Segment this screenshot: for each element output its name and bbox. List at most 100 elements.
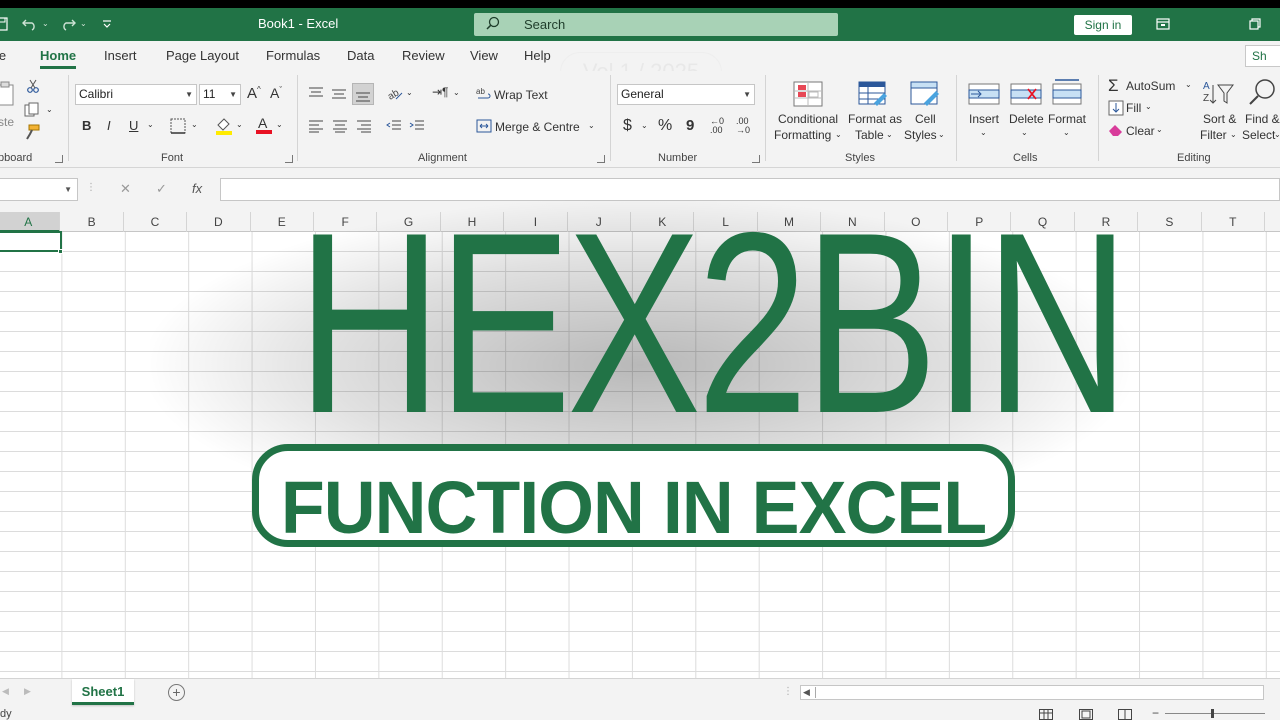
autosum-icon[interactable]: Σ <box>1108 76 1119 96</box>
format-as-table-label-1[interactable]: Format as <box>848 112 902 126</box>
bold-button[interactable]: B <box>82 118 91 133</box>
prev-sheet-icon[interactable]: ◀ <box>2 686 9 697</box>
column-header-s[interactable]: S <box>1138 212 1202 232</box>
fill-color-dropdown-icon[interactable]: ⌄ <box>236 120 243 129</box>
increase-font-size-icon[interactable]: A^ <box>247 85 261 102</box>
delete-cells-button[interactable]: Delete <box>1009 112 1044 126</box>
format-as-table-label-2[interactable]: Table <box>855 128 884 142</box>
cell-styles-label-1[interactable]: Cell <box>915 112 936 126</box>
sort-filter-label-1[interactable]: Sort & <box>1203 112 1236 126</box>
find-select-label-1[interactable]: Find & <box>1245 112 1280 126</box>
underline-button[interactable]: U <box>129 118 138 133</box>
page-layout-view-icon[interactable] <box>1079 709 1093 720</box>
tab-insert[interactable]: Insert <box>104 48 137 63</box>
comma-style-button[interactable]: 9 <box>686 117 694 134</box>
align-left-icon[interactable] <box>308 119 324 133</box>
clear-dropdown-icon[interactable]: ⌄ <box>1156 125 1163 134</box>
find-select-dropdown-icon[interactable]: ⌄ <box>1274 130 1280 139</box>
restore-window-icon[interactable] <box>1248 17 1262 31</box>
borders-dropdown-icon[interactable]: ⌄ <box>191 120 198 129</box>
redo-dropdown-icon[interactable]: ⌄ <box>80 19 87 28</box>
fill-color-icon[interactable] <box>215 116 233 136</box>
tab-page-layout[interactable]: Page Layout <box>166 48 239 63</box>
find-select-label-2[interactable]: Select <box>1242 128 1275 142</box>
column-header-t[interactable]: T <box>1202 212 1265 232</box>
borders-icon[interactable] <box>170 118 186 134</box>
increase-indent-icon[interactable] <box>409 119 425 133</box>
align-right-icon[interactable] <box>356 119 372 133</box>
page-break-view-icon[interactable] <box>1118 709 1132 720</box>
add-sheet-button[interactable]: + <box>168 684 185 701</box>
insert-dropdown-icon[interactable]: ⌄ <box>980 128 987 137</box>
next-sheet-icon[interactable]: ▶ <box>24 686 31 697</box>
cut-icon[interactable] <box>26 79 40 93</box>
save-icon[interactable] <box>0 17 8 31</box>
autosum-dropdown-icon[interactable]: ⌄ <box>1185 80 1192 89</box>
cell-styles-icon[interactable] <box>910 81 940 107</box>
italic-button[interactable]: I <box>107 118 111 133</box>
paste-label[interactable]: ste <box>0 115 14 129</box>
align-bottom-button[interactable] <box>352 83 374 105</box>
sort-filter-label-2[interactable]: Filter <box>1200 128 1227 142</box>
copy-dropdown-icon[interactable]: ⌄ <box>46 105 53 114</box>
redo-icon[interactable] <box>60 17 76 31</box>
increase-decimal-icon[interactable]: ←0.00 <box>710 117 724 135</box>
number-format-select[interactable]: General ▼ <box>617 84 755 105</box>
format-as-table-icon[interactable] <box>858 81 888 107</box>
percent-button[interactable]: % <box>658 117 672 135</box>
ribbon-display-options-icon[interactable] <box>1156 17 1170 31</box>
insert-function-button[interactable]: fx <box>192 181 202 196</box>
cancel-icon[interactable]: ✕ <box>120 181 131 197</box>
format-cells-icon[interactable] <box>1052 77 1082 107</box>
fill-button[interactable]: Fill <box>1126 101 1141 115</box>
tab-help[interactable]: Help <box>524 48 551 63</box>
format-cells-button[interactable]: Format <box>1048 112 1086 126</box>
text-direction-icon[interactable]: ⇥¶ <box>432 85 449 99</box>
fill-dropdown-icon[interactable]: ⌄ <box>1145 102 1152 111</box>
fill-handle[interactable] <box>58 249 63 254</box>
orientation-icon[interactable]: ab <box>386 85 404 101</box>
alignment-launcher-icon[interactable] <box>597 155 605 163</box>
font-name-select[interactable]: Calibri ▼ <box>75 84 197 105</box>
cell-styles-label-2[interactable]: Styles <box>904 128 937 142</box>
column-header-a[interactable]: A <box>0 212 61 232</box>
merge-dropdown-icon[interactable]: ⌄ <box>588 121 595 130</box>
copy-icon[interactable] <box>24 102 42 118</box>
underline-dropdown-icon[interactable]: ⌄ <box>147 120 154 129</box>
sheet-tab-sheet1[interactable]: Sheet1 <box>72 679 134 705</box>
decrease-indent-icon[interactable] <box>386 119 402 133</box>
decrease-font-size-icon[interactable]: Aˇ <box>270 85 282 101</box>
tab-data[interactable]: Data <box>347 48 374 63</box>
tab-formulas[interactable]: Formulas <box>266 48 320 63</box>
clear-button[interactable]: Clear <box>1126 124 1155 138</box>
currency-dropdown-icon[interactable]: ⌄ <box>641 121 648 130</box>
clipboard-launcher-icon[interactable] <box>55 155 63 163</box>
scroll-thumb[interactable] <box>815 687 1261 698</box>
paste-icon[interactable] <box>0 81 16 107</box>
zoom-out-icon[interactable]: − <box>1152 706 1159 720</box>
search-input[interactable]: Search <box>474 13 838 36</box>
fill-icon[interactable] <box>1108 100 1124 116</box>
selected-cell-a1[interactable] <box>0 231 62 252</box>
delete-dropdown-icon[interactable]: ⌄ <box>1021 128 1028 137</box>
format-as-table-dropdown-icon[interactable]: ⌄ <box>886 130 893 139</box>
align-top-icon[interactable] <box>308 86 324 100</box>
column-header-b[interactable]: B <box>60 212 124 232</box>
tab-view[interactable]: View <box>470 48 498 63</box>
align-center-icon[interactable] <box>332 119 348 133</box>
font-color-dropdown-icon[interactable]: ⌄ <box>276 120 283 129</box>
format-painter-icon[interactable] <box>24 124 40 140</box>
sort-filter-dropdown-icon[interactable]: ⌄ <box>1230 130 1237 139</box>
horizontal-scrollbar[interactable]: ◀ <box>800 685 1264 700</box>
font-color-icon[interactable]: A <box>255 115 273 135</box>
undo-dropdown-icon[interactable]: ⌄ <box>42 19 49 28</box>
merge-center-button[interactable]: Merge & Centre <box>495 120 580 134</box>
text-direction-dropdown-icon[interactable]: ⌄ <box>453 88 460 97</box>
insert-cells-button[interactable]: Insert <box>969 112 999 126</box>
cell-styles-dropdown-icon[interactable]: ⌄ <box>938 130 945 139</box>
autosum-button[interactable]: AutoSum <box>1126 79 1175 93</box>
number-launcher-icon[interactable] <box>752 155 760 163</box>
customize-qat-icon[interactable] <box>102 19 112 29</box>
name-box[interactable]: ▼ <box>0 178 78 201</box>
clear-icon[interactable] <box>1107 123 1125 137</box>
